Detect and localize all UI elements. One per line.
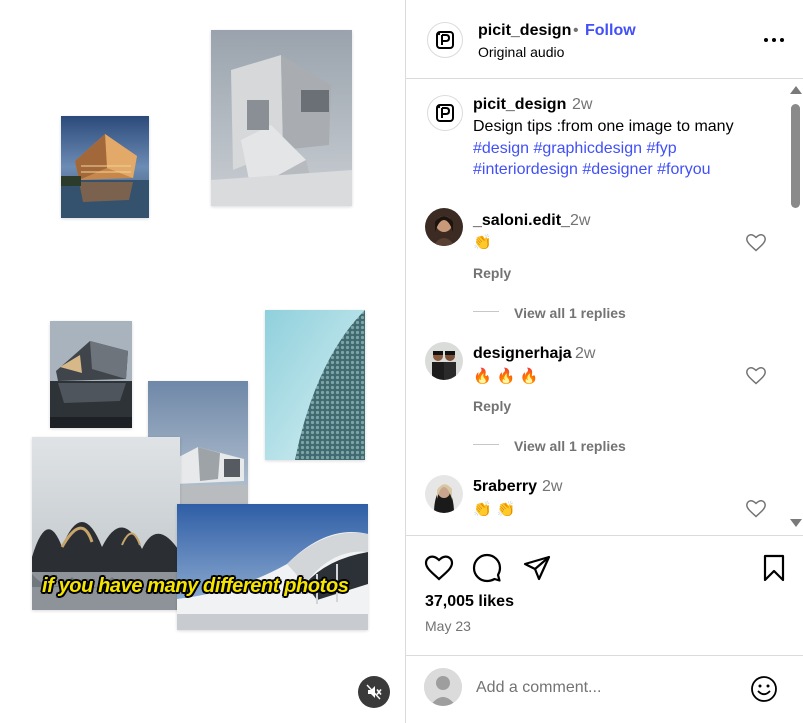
comment-text: 👏 (473, 233, 492, 251)
comment-input[interactable] (476, 675, 736, 701)
comment-username[interactable]: _saloni.edit_ (473, 212, 570, 230)
caption-time: 2w (572, 96, 593, 113)
view-replies-button[interactable]: View all 1 replies (514, 438, 626, 454)
comment-bubble-icon[interactable] (472, 553, 502, 583)
heart-outline-icon[interactable] (746, 234, 766, 252)
reply-button[interactable]: Reply (473, 398, 511, 414)
comment-time: 2w (575, 345, 596, 362)
caption-avatar[interactable] (427, 95, 463, 131)
heart-icon[interactable] (424, 553, 454, 583)
comment-time: 2w (542, 478, 563, 495)
follow-button[interactable]: Follow (585, 22, 636, 40)
profile-avatar[interactable] (427, 22, 463, 58)
photo-scaled-facade (265, 310, 365, 460)
photo-modern-pavilion (50, 321, 132, 428)
post-actions: 37,005 likes May 23 (406, 535, 803, 655)
photo-glass-building (61, 116, 149, 218)
more-horizontal-icon[interactable] (762, 30, 786, 50)
default-user-icon (424, 668, 462, 706)
comments-section: picit_design 2w Design tips :from one im… (406, 80, 803, 535)
reply-button[interactable]: Reply (473, 265, 511, 281)
picit-logo-icon (436, 31, 454, 49)
comment-username[interactable]: designerhaja (473, 345, 572, 363)
comment-avatar[interactable] (425, 342, 463, 380)
reel-media[interactable]: if you have many different photos (0, 0, 405, 723)
comment-text: 🔥 🔥 🔥 (473, 367, 539, 385)
photo-curved-white-building (177, 504, 368, 630)
post-date: May 23 (425, 618, 471, 634)
scrollbar-thumb[interactable] (791, 104, 800, 208)
comments-scrollbar[interactable] (787, 80, 803, 535)
post-sidebar: picit_design • Follow Original audio pic… (406, 0, 803, 723)
comment-time: 2w (570, 212, 591, 229)
add-comment-bar (406, 655, 803, 723)
bookmark-icon[interactable] (759, 553, 789, 583)
header-username[interactable]: picit_design (478, 22, 571, 40)
header-separator: • (573, 22, 579, 39)
caption-hashtags-line2[interactable]: #interiordesign #designer #foryou (473, 159, 710, 180)
scroll-down-arrow-icon[interactable] (790, 519, 802, 527)
current-user-avatar (424, 668, 462, 706)
emoji-smiley-icon[interactable] (750, 675, 778, 703)
heart-outline-icon[interactable] (746, 367, 766, 385)
photo-white-angular-building (211, 30, 352, 206)
view-replies-line (473, 444, 499, 445)
comment-avatar[interactable] (425, 208, 463, 246)
post-header: picit_design • Follow Original audio (406, 0, 803, 79)
picit-logo-icon (436, 104, 454, 122)
view-replies-line (473, 311, 499, 312)
likes-count[interactable]: 37,005 likes (425, 593, 514, 611)
comment-text: 👏 👏 (473, 500, 516, 518)
mute-button[interactable] (358, 676, 390, 708)
caption-hashtags-line1[interactable]: #design #graphicdesign #fyp (473, 138, 677, 159)
view-replies-button[interactable]: View all 1 replies (514, 305, 626, 321)
caption-text: Design tips :from one image to many (473, 118, 734, 135)
share-send-icon[interactable] (522, 553, 552, 583)
caption-username[interactable]: picit_design (473, 96, 566, 114)
speaker-muted-icon (366, 684, 382, 700)
scroll-up-arrow-icon[interactable] (790, 86, 802, 94)
comment-username[interactable]: 5raberry (473, 478, 537, 496)
comment-avatar[interactable] (425, 475, 463, 513)
audio-label[interactable]: Original audio (478, 44, 564, 60)
reel-caption-text: if you have many different photos (42, 575, 349, 597)
heart-outline-icon[interactable] (746, 500, 766, 518)
